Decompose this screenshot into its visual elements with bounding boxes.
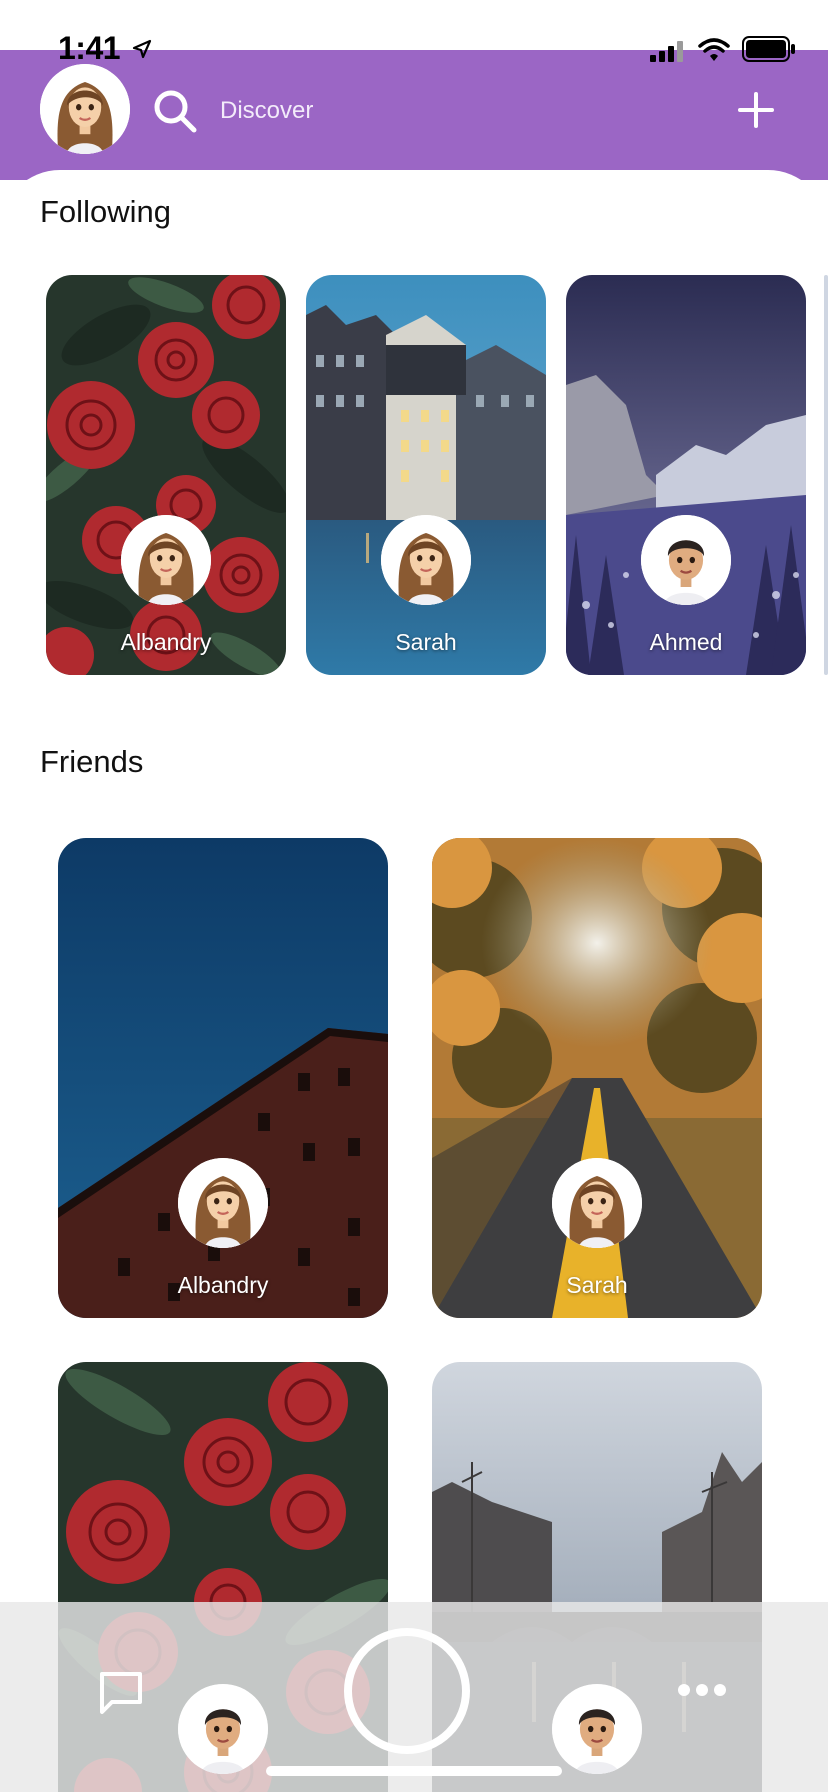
friends-title: Friends: [40, 744, 144, 779]
more-dot: [696, 1684, 708, 1696]
more-dot: [678, 1684, 690, 1696]
friends-avatar-button[interactable]: [178, 1684, 268, 1774]
story-card-sarah[interactable]: Sarah: [306, 275, 546, 675]
female-avatar-icon: [40, 64, 130, 154]
male-avatar-icon: [178, 1684, 268, 1774]
female-avatar-icon: [381, 515, 471, 605]
status-time: 1:41: [58, 30, 152, 67]
discover-label[interactable]: Discover: [220, 97, 313, 125]
female-avatar-icon: [552, 1158, 642, 1248]
male-avatar-icon: [552, 1684, 642, 1774]
card-avatar: [178, 1158, 268, 1248]
header-bar: Discover: [0, 50, 828, 180]
card-avatar: [552, 1158, 642, 1248]
card-name: Albandry: [120, 629, 212, 655]
red-roses-photo: [46, 275, 286, 675]
story-card-albandry[interactable]: Albandry: [46, 275, 286, 675]
female-avatar-icon: [121, 515, 211, 605]
card-name: Sarah: [395, 629, 457, 655]
friend-card-albandry[interactable]: Albandry: [58, 838, 388, 1318]
snowy-valley-photo: [566, 275, 806, 675]
location-arrow-icon: [132, 38, 152, 66]
chat-icon[interactable]: [98, 1670, 144, 1716]
more-icon[interactable]: [678, 1684, 726, 1698]
home-indicator[interactable]: [266, 1766, 562, 1776]
following-title: Following: [40, 194, 171, 229]
cellular-signal-icon: [650, 41, 683, 62]
card-avatar: [641, 515, 731, 605]
friend-card-sarah[interactable]: Sarah: [432, 838, 762, 1318]
status-bar: 1:41: [0, 0, 828, 66]
profile-avatar[interactable]: [40, 64, 130, 154]
wifi-icon: [698, 38, 730, 61]
card-name: Sarah: [566, 1272, 628, 1298]
card-name: Ahmed: [649, 629, 723, 655]
status-icons: [650, 36, 796, 62]
discover-avatar-button[interactable]: [552, 1684, 642, 1774]
bottom-nav: [0, 1602, 828, 1792]
card-name: Albandry: [177, 1272, 269, 1298]
time-label: 1:41: [58, 30, 121, 66]
male-avatar-icon: [641, 515, 731, 605]
female-avatar-icon: [178, 1158, 268, 1248]
app-screen: 1:41 Discover Following Albandry Sarah A…: [0, 0, 828, 1792]
card-avatar: [121, 515, 211, 605]
more-dot: [714, 1684, 726, 1696]
next-card-edge: [824, 275, 828, 675]
add-icon[interactable]: [736, 90, 776, 130]
card-avatar: [381, 515, 471, 605]
content-sheet: Following Albandry Sarah Ahmed Friends A…: [0, 170, 828, 1792]
capture-button[interactable]: [344, 1628, 470, 1754]
battery-icon: [742, 36, 795, 62]
canal-houses-photo: [306, 275, 546, 675]
story-card-ahmed[interactable]: Ahmed: [566, 275, 806, 675]
search-icon[interactable]: [152, 88, 198, 134]
